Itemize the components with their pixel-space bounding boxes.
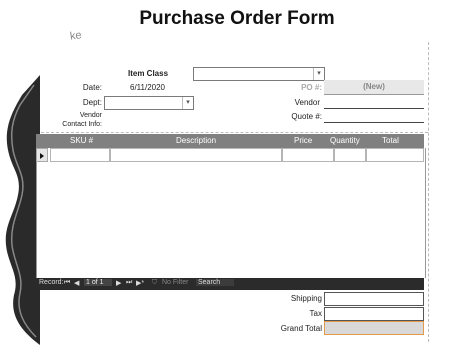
- new-record-button[interactable]: ▶*: [136, 279, 144, 287]
- vendor-contact-field[interactable]: [104, 110, 264, 130]
- form-edge-right: [428, 42, 429, 342]
- record-label: Record:: [39, 279, 64, 286]
- tax-label: Tax: [309, 309, 322, 318]
- chevron-down-icon[interactable]: ▾: [182, 97, 193, 109]
- date-label: Date:: [82, 83, 102, 92]
- current-record-icon: [40, 153, 44, 159]
- no-filter-button[interactable]: No Filter: [162, 279, 188, 286]
- shipping-field[interactable]: [324, 292, 424, 306]
- vendor-contact-label: Vendor Contact Info:: [50, 111, 102, 129]
- grand-total-label: Grand Total: [280, 324, 322, 333]
- vendor-field[interactable]: [324, 96, 424, 109]
- section-divider: [36, 132, 428, 133]
- page-title: Purchase Order Form: [139, 8, 335, 29]
- po-label: PO #:: [301, 83, 322, 92]
- po-number-field: (New): [324, 80, 424, 95]
- column-header-price: Price: [294, 136, 313, 145]
- line-items-header: SKU # Description Price Quantity Total: [36, 134, 424, 148]
- sku-cell[interactable]: [50, 148, 110, 162]
- shipping-label: Shipping: [290, 294, 322, 303]
- vendor-label: Vendor: [294, 98, 320, 107]
- item-class-dropdown[interactable]: ▾: [193, 67, 325, 81]
- column-header-total: Total: [382, 136, 399, 145]
- vendor-contact-label-line1: Vendor: [79, 112, 102, 119]
- dept-label: Dept:: [82, 98, 102, 107]
- record-selector[interactable]: [36, 148, 48, 162]
- scribble-text: ke: [69, 29, 83, 43]
- filter-icon[interactable]: ⛉: [152, 279, 157, 287]
- next-record-button[interactable]: ▶: [116, 279, 121, 287]
- tax-field[interactable]: [324, 307, 424, 321]
- quote-label: Quote #:: [291, 112, 322, 121]
- total-cell[interactable]: [366, 148, 424, 162]
- column-header-sku: SKU #: [70, 136, 94, 145]
- grand-total-field: [324, 321, 424, 335]
- column-header-description: Description: [176, 136, 217, 145]
- search-box[interactable]: Search: [196, 279, 235, 286]
- quote-field[interactable]: [324, 110, 424, 123]
- date-field[interactable]: 6/11/2020: [130, 83, 165, 92]
- description-cell[interactable]: [110, 148, 282, 162]
- record-position-input[interactable]: 1 of 1: [84, 279, 112, 286]
- line-items-grid: [36, 148, 426, 278]
- decorative-edge-shape: [5, 75, 40, 345]
- price-cell[interactable]: [282, 148, 334, 162]
- last-record-button[interactable]: ⏭: [126, 279, 132, 287]
- first-record-button[interactable]: ⏮: [64, 279, 70, 287]
- chevron-down-icon[interactable]: ▾: [313, 68, 324, 80]
- dept-dropdown[interactable]: ▾: [104, 96, 194, 110]
- column-header-quantity: Quantity: [330, 136, 360, 145]
- item-class-label: Item Class: [128, 69, 169, 78]
- record-navigation-bar: Record: ⏮ ◀ 1 of 1 ▶ ⏭ ▶* ⛉ No Filter Se…: [36, 278, 424, 290]
- previous-record-button[interactable]: ◀: [74, 279, 79, 287]
- quantity-cell[interactable]: [334, 148, 366, 162]
- vendor-contact-label-line2: Contact Info:: [62, 121, 102, 128]
